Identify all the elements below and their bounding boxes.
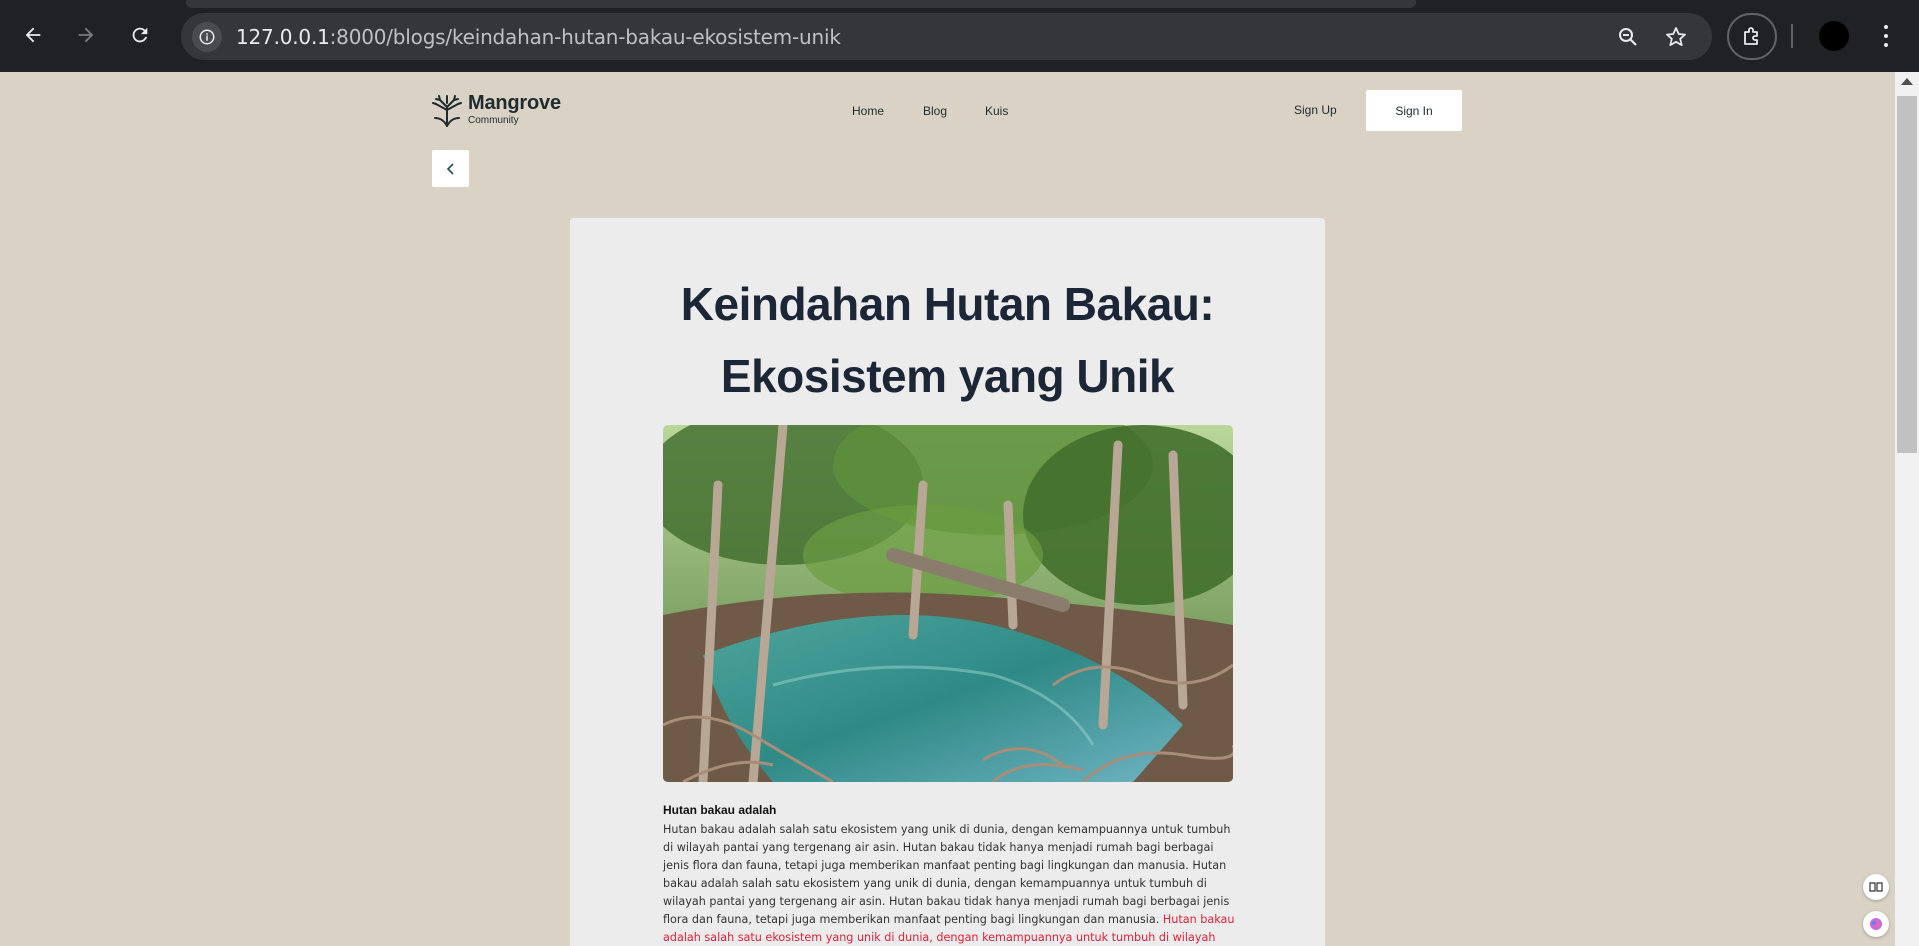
zoom-button[interactable]	[1614, 23, 1642, 51]
arrow-left-icon	[25, 27, 41, 43]
url-host: 127.0.0.1	[236, 25, 330, 49]
nav-blog[interactable]: Blog	[923, 104, 947, 118]
nav-home[interactable]: Home	[852, 104, 884, 118]
page-scrollbar[interactable]	[1895, 72, 1919, 946]
url-path: :8000/blogs/keindahan-hutan-bakau-ekosis…	[329, 25, 841, 49]
bookmark-button[interactable]	[1662, 23, 1690, 51]
more-vert-icon	[1884, 25, 1888, 29]
article-body-text: Hutan bakau adalah salah satu ekosistem …	[663, 823, 1231, 926]
article-title-line2: Ekosistem yang Unik	[720, 350, 1175, 402]
scroll-thumb[interactable]	[1897, 96, 1917, 453]
ai-assistant-button[interactable]	[1863, 911, 1889, 937]
reader-mode-button[interactable]	[1863, 874, 1889, 900]
article-title-line1: Keindahan Hutan Bakau:	[680, 278, 1215, 330]
puzzle-icon	[1744, 26, 1758, 45]
address-bar[interactable]: 127.0.0.1:8000/blogs/keindahan-hutan-bak…	[181, 13, 1712, 60]
forward-button[interactable]	[68, 17, 104, 53]
reload-icon	[132, 27, 148, 43]
brain-icon	[1870, 918, 1882, 930]
article-back-button[interactable]	[432, 150, 469, 187]
logo-name: Mangrove	[468, 92, 561, 114]
reload-button[interactable]	[122, 17, 158, 53]
mangrove-photo	[663, 425, 1233, 782]
info-icon	[199, 29, 215, 45]
chevron-left-icon	[446, 162, 454, 175]
profile-avatar[interactable]	[1819, 21, 1849, 51]
logo-text: Mangrove Community	[468, 93, 561, 127]
browser-toolbar: 127.0.0.1:8000/blogs/keindahan-hutan-bak…	[0, 0, 1919, 72]
extensions-button[interactable]	[1727, 13, 1777, 60]
sign-in-button[interactable]: Sign In	[1366, 90, 1462, 131]
article-hero-image	[663, 425, 1233, 782]
scroll-up-icon[interactable]	[1901, 78, 1913, 85]
nav-kuis[interactable]: Kuis	[985, 104, 1008, 118]
url-text[interactable]: 127.0.0.1:8000/blogs/keindahan-hutan-bak…	[236, 25, 841, 49]
article-subheading: Hutan bakau adalah	[663, 803, 777, 817]
star-icon	[1666, 27, 1686, 46]
book-icon	[1869, 882, 1883, 892]
toolbar-separator	[1791, 24, 1793, 48]
browser-menu-button[interactable]	[1876, 20, 1896, 52]
article-card: Keindahan Hutan Bakau: Ekosistem yang Un…	[570, 218, 1325, 946]
zoom-icon	[1619, 28, 1637, 46]
tab-strip	[186, 0, 1416, 8]
arrow-right-icon	[78, 27, 94, 43]
article-title: Keindahan Hutan Bakau: Ekosistem yang Un…	[570, 268, 1325, 412]
site-logo[interactable]: Mangrove Community	[432, 93, 561, 127]
site-info-button[interactable]	[192, 22, 222, 52]
article-body: Hutan bakau adalah salah satu ekosistem …	[663, 821, 1238, 946]
sign-up-link[interactable]: Sign Up	[1294, 103, 1337, 117]
mangrove-tree-icon	[432, 95, 462, 127]
back-button[interactable]	[15, 17, 51, 53]
logo-subtitle: Community	[468, 115, 519, 126]
